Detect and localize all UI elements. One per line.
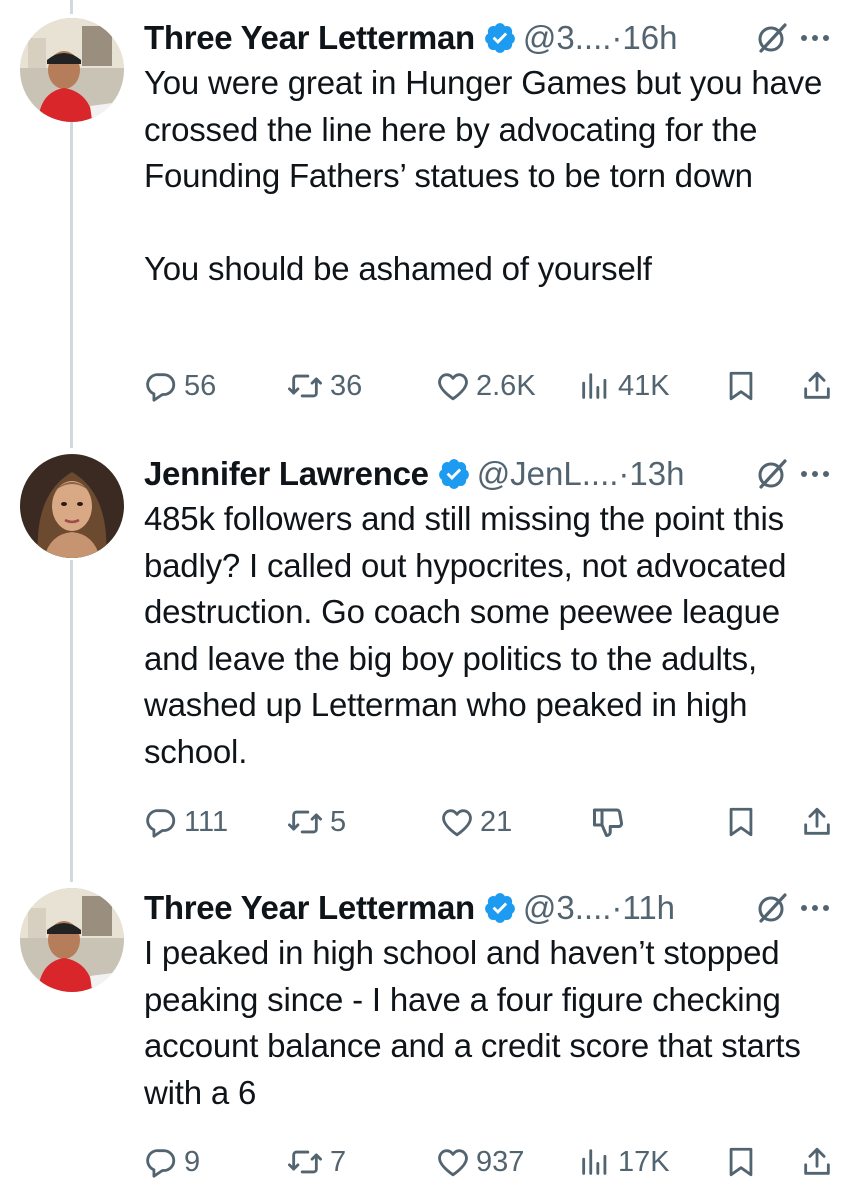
like-count: 21 — [480, 805, 513, 838]
reply-icon — [146, 809, 176, 838]
reply-count: 9 — [184, 1145, 201, 1178]
thread-line-top — [70, 0, 73, 14]
reply-button[interactable]: 9 — [144, 1142, 200, 1182]
views-count: 41K — [618, 369, 670, 402]
author-name[interactable]: Three Year Letterman — [144, 19, 475, 57]
reply-button[interactable]: 111 — [144, 802, 228, 842]
views-button[interactable]: 41K — [578, 366, 670, 406]
repost-count: 5 — [330, 805, 347, 838]
author-handle[interactable]: @JenL.... — [477, 455, 619, 493]
repost-count: 36 — [330, 369, 363, 402]
grok-icon[interactable] — [755, 891, 789, 925]
reply-icon — [146, 1149, 176, 1178]
more-options-icon[interactable] — [795, 457, 835, 491]
timestamp[interactable]: 16h — [622, 19, 677, 57]
separator-dot: · — [618, 455, 630, 492]
grok-icon[interactable] — [755, 457, 789, 491]
tweet-actions: 111 5 21 — [144, 802, 835, 842]
bookmark-icon — [729, 371, 753, 401]
bookmark-button[interactable] — [724, 1142, 758, 1182]
more-options-icon[interactable] — [795, 891, 835, 925]
share-button[interactable] — [800, 366, 834, 406]
tweet-header: Three Year Letterman @3.... · 11h — [144, 888, 835, 928]
like-count: 2.6K — [476, 369, 536, 402]
bookmark-icon — [729, 807, 753, 837]
author-name[interactable]: Jennifer Lawrence — [144, 455, 429, 493]
tweet-text: I peaked in high school and haven’t stop… — [144, 934, 810, 1111]
share-button[interactable] — [800, 1142, 834, 1182]
thread-line-1 — [70, 118, 73, 448]
repost-button[interactable]: 36 — [286, 366, 362, 406]
thread-line-2 — [70, 560, 73, 882]
views-count: 17K — [618, 1145, 670, 1178]
author-name[interactable]: Three Year Letterman — [144, 889, 475, 927]
heart-icon — [438, 373, 468, 401]
verified-badge-icon — [485, 893, 515, 923]
bookmark-icon — [729, 1147, 753, 1177]
tweet-text: You were great in Hunger Games but you h… — [144, 64, 823, 287]
repost-button[interactable]: 7 — [286, 1142, 346, 1182]
timestamp[interactable]: 11h — [622, 889, 675, 927]
heart-icon — [438, 1149, 468, 1177]
tweet-header: Three Year Letterman @3.... · 16h — [144, 18, 835, 58]
like-button[interactable]: 21 — [440, 802, 512, 842]
avatar[interactable] — [20, 18, 124, 122]
views-chart-icon — [582, 373, 607, 399]
repost-count: 7 — [330, 1145, 347, 1178]
repost-icon — [287, 1150, 322, 1174]
reply-count: 111 — [184, 805, 229, 838]
share-button[interactable] — [800, 802, 834, 842]
thumbs-down-icon — [593, 808, 623, 837]
bookmark-button[interactable] — [724, 366, 758, 406]
author-handle[interactable]: @3.... — [523, 889, 612, 927]
repost-icon — [287, 810, 322, 834]
share-icon — [804, 371, 830, 399]
tweet-actions: 56 36 2.6K 41K — [144, 366, 835, 406]
repost-icon — [287, 374, 322, 398]
heart-icon — [442, 809, 472, 837]
reply-icon — [146, 373, 176, 402]
verified-badge-icon — [485, 23, 515, 53]
reply-button[interactable]: 56 — [144, 366, 216, 406]
separator-dot: · — [611, 19, 623, 56]
grok-icon[interactable] — [755, 21, 789, 55]
tweet-actions: 9 7 937 17K — [144, 1142, 835, 1182]
views-button[interactable]: 17K — [578, 1142, 670, 1182]
separator-dot: · — [611, 889, 623, 926]
like-button[interactable]: 2.6K — [436, 366, 536, 406]
tweet-text: 485k followers and still missing the poi… — [144, 500, 796, 770]
avatar[interactable] — [20, 454, 124, 558]
share-icon — [804, 807, 830, 835]
share-icon — [804, 1147, 830, 1175]
tweet-header: Jennifer Lawrence @JenL.... · 13h — [144, 454, 835, 494]
like-count: 937 — [476, 1145, 525, 1178]
views-chart-icon — [582, 1149, 607, 1175]
reply-count: 56 — [184, 369, 217, 402]
author-handle[interactable]: @3.... — [523, 19, 612, 57]
like-button[interactable]: 937 — [436, 1142, 524, 1182]
verified-badge-icon — [438, 459, 469, 489]
bookmark-button[interactable] — [724, 802, 758, 842]
timestamp[interactable]: 13h — [629, 455, 684, 493]
repost-button[interactable]: 5 — [286, 802, 346, 842]
dislike-button[interactable] — [590, 802, 626, 842]
avatar[interactable] — [20, 888, 124, 992]
more-options-icon[interactable] — [795, 21, 835, 55]
